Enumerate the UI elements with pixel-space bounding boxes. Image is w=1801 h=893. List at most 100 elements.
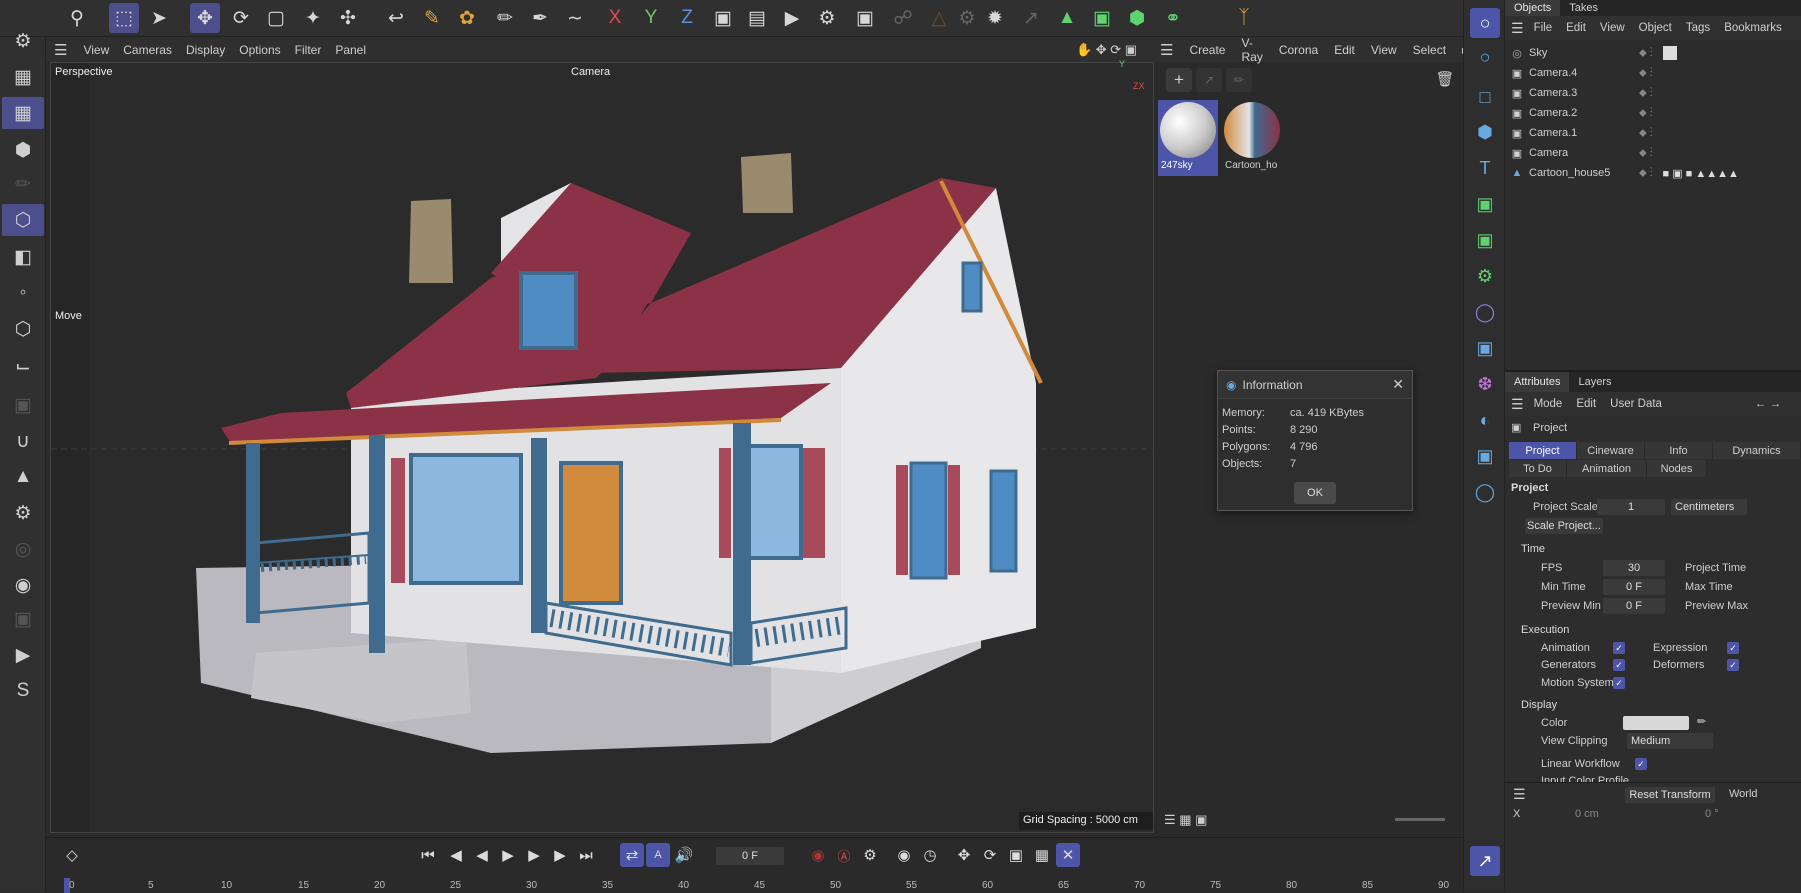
y-axis-icon[interactable]: Y — [636, 3, 666, 33]
current-frame-field[interactable]: 0 F — [716, 847, 784, 865]
keyframe-icon[interactable]: ◇ — [60, 843, 84, 867]
next-frame-icon[interactable]: ▶ — [522, 843, 546, 867]
s-logo-icon[interactable]: S — [2, 675, 44, 707]
prev-key-icon[interactable]: ◀ — [444, 843, 468, 867]
link-green-icon[interactable]: ⚭ — [1158, 3, 1188, 33]
lock-icon[interactable]: ▣ — [2, 603, 44, 635]
solo-icon[interactable]: ▲ — [2, 461, 44, 493]
grid-icon[interactable]: ▦ — [2, 61, 44, 93]
linear-workflow-checkbox[interactable]: ✓ — [1635, 758, 1647, 770]
sound-icon[interactable]: 🔊 — [672, 843, 696, 867]
house-model[interactable] — [51, 63, 1155, 833]
texture-mode-icon[interactable]: ⬢ — [2, 134, 44, 166]
axis-mode-icon[interactable]: ⌙ — [2, 350, 44, 382]
deformer-icon[interactable]: ◯ — [1470, 297, 1500, 327]
eyedropper-icon[interactable]: ✏ — [1226, 68, 1252, 92]
plane-icon[interactable]: □ — [1470, 82, 1500, 112]
pla-key-icon[interactable]: ✕ — [1056, 843, 1080, 867]
attr-menu-mode[interactable]: Mode — [1534, 398, 1563, 410]
attr-menu-userdata[interactable]: User Data — [1610, 398, 1662, 410]
scale-key-icon[interactable]: ▣ — [1004, 843, 1028, 867]
visibility-icon[interactable]: ⬥ ⋮ — [1639, 67, 1653, 80]
coords-hamburger-icon[interactable]: ☰ — [1513, 786, 1526, 803]
scale-project-button[interactable]: Scale Project... — [1525, 518, 1603, 534]
cloner-icon[interactable]: ▣ — [1470, 225, 1500, 255]
link-icon[interactable]: ☍ — [888, 3, 918, 33]
visibility-icon[interactable]: ⬥ ⋮ — [1639, 47, 1653, 60]
go-to-start-icon[interactable]: ⏮ — [416, 843, 440, 867]
search-icon[interactable]: ⚲ — [62, 3, 92, 33]
next-key-icon[interactable]: ▶ — [548, 843, 572, 867]
stopwatch-icon[interactable]: ◷ — [918, 843, 942, 867]
cube-icon[interactable]: ⬢ — [1122, 3, 1152, 33]
scale-icon[interactable]: ▢ — [261, 3, 291, 33]
text-icon[interactable]: T — [1470, 153, 1500, 183]
export-icon[interactable]: ↗ — [1016, 3, 1046, 33]
workplane-icon[interactable]: ◎ — [2, 533, 44, 565]
live-selection-icon[interactable]: ⬚ — [109, 3, 139, 33]
picture-viewer-icon[interactable]: ▣ — [850, 3, 880, 33]
axis-icon[interactable]: ᛉ — [1229, 3, 1259, 33]
autokey-record-icon[interactable]: Ⓐ — [832, 843, 856, 867]
x-axis-icon[interactable]: X — [600, 3, 630, 33]
polygons-mode-icon[interactable]: ⬡ — [2, 313, 44, 345]
ptab-todo[interactable]: To Do — [1509, 460, 1567, 477]
fps-field[interactable]: 30 — [1603, 560, 1665, 576]
mat-menu-corona[interactable]: Corona — [1279, 43, 1318, 57]
world-select[interactable]: World — [1729, 788, 1758, 800]
environment-icon[interactable]: ◐ — [1470, 405, 1500, 435]
section-time[interactable]: Time — [1521, 543, 1545, 555]
obj-menu-object[interactable]: Object — [1639, 22, 1672, 34]
expression-checkbox[interactable]: ✓ — [1727, 642, 1739, 654]
rotate-icon[interactable]: ⟳ — [226, 3, 256, 33]
motion-system-checkbox[interactable]: ✓ — [1613, 677, 1625, 689]
ptab-project[interactable]: Project — [1509, 442, 1577, 459]
generators-checkbox[interactable]: ✓ — [1613, 659, 1625, 671]
texture-tag-icon[interactable] — [1662, 46, 1677, 60]
ptab-info[interactable]: Info — [1645, 442, 1713, 459]
hamburger-icon[interactable]: ☰ — [54, 41, 67, 59]
brush-disabled-icon[interactable]: ✏ — [2, 168, 44, 200]
move-points-icon[interactable]: ✣ — [333, 3, 363, 33]
go-to-end-icon[interactable]: ⏭ — [574, 843, 598, 867]
visibility-icon[interactable]: ⬥ ⋮ — [1639, 147, 1653, 160]
object-row[interactable]: ▣ Camera ⬥ ⋮ — [1505, 143, 1801, 163]
view-clipping-select[interactable]: Medium — [1627, 733, 1713, 749]
viewport-nav-icons[interactable]: ✋ ✥ ⟳ ▣ — [1076, 42, 1137, 58]
obj-menu-tags[interactable]: Tags — [1686, 22, 1710, 34]
menu-view[interactable]: View — [83, 43, 109, 57]
sketch-icon[interactable]: ✿ — [452, 3, 482, 33]
mat-menu-vray[interactable]: V-Ray — [1241, 36, 1262, 64]
material-swatch[interactable]: 247sky — [1158, 100, 1218, 176]
mat-menu-create[interactable]: Create — [1189, 43, 1225, 57]
render-region-icon[interactable]: ▤ — [742, 3, 772, 33]
close-icon[interactable]: ✕ — [1392, 376, 1404, 393]
gear-icon[interactable]: ⚙ — [2, 25, 44, 57]
reset-transform-button[interactable]: Reset Transform — [1625, 787, 1715, 803]
points-mode-icon[interactable]: ◧ — [2, 241, 44, 273]
project-scale-unit-select[interactable]: Centimeters — [1671, 499, 1747, 515]
layout-icon[interactable]: ↗ — [1470, 846, 1500, 876]
record-disabled-icon[interactable]: ◉ — [806, 843, 830, 867]
tab-takes[interactable]: Takes — [1560, 0, 1607, 16]
ptab-dynamics[interactable]: Dynamics — [1713, 442, 1801, 459]
visibility-icon[interactable]: ⬥ ⋮ — [1639, 87, 1653, 100]
mat-menu-select[interactable]: Select — [1413, 43, 1446, 57]
light-icon[interactable]: ◯ — [1470, 477, 1500, 507]
sky-object-icon[interactable]: ○ — [1470, 8, 1500, 38]
material-view-icons[interactable]: ☰ ▦ ▣ — [1164, 812, 1207, 828]
object-mode-icon[interactable]: ⬡ — [2, 204, 44, 236]
menu-filter[interactable]: Filter — [295, 43, 322, 57]
zoom-slider[interactable] — [1395, 818, 1445, 821]
menu-cameras[interactable]: Cameras — [123, 43, 172, 57]
render-icon[interactable]: ▶ — [2, 639, 44, 671]
eye-icon[interactable]: ◉ — [2, 569, 44, 601]
motion-record-icon[interactable]: ◉ — [892, 843, 916, 867]
camera-icon[interactable]: ▣ — [1470, 441, 1500, 471]
object-row[interactable]: ◎ Sky ⬥ ⋮ — [1505, 43, 1801, 63]
gear-disabled-icon[interactable]: ⚙ — [952, 3, 982, 33]
ptab-animation[interactable]: Animation — [1567, 460, 1647, 477]
loop-icon[interactable]: ⇄ — [620, 843, 644, 867]
magnet-icon[interactable]: ∪ — [2, 425, 44, 457]
project-scale-field[interactable]: 1 — [1597, 499, 1665, 515]
